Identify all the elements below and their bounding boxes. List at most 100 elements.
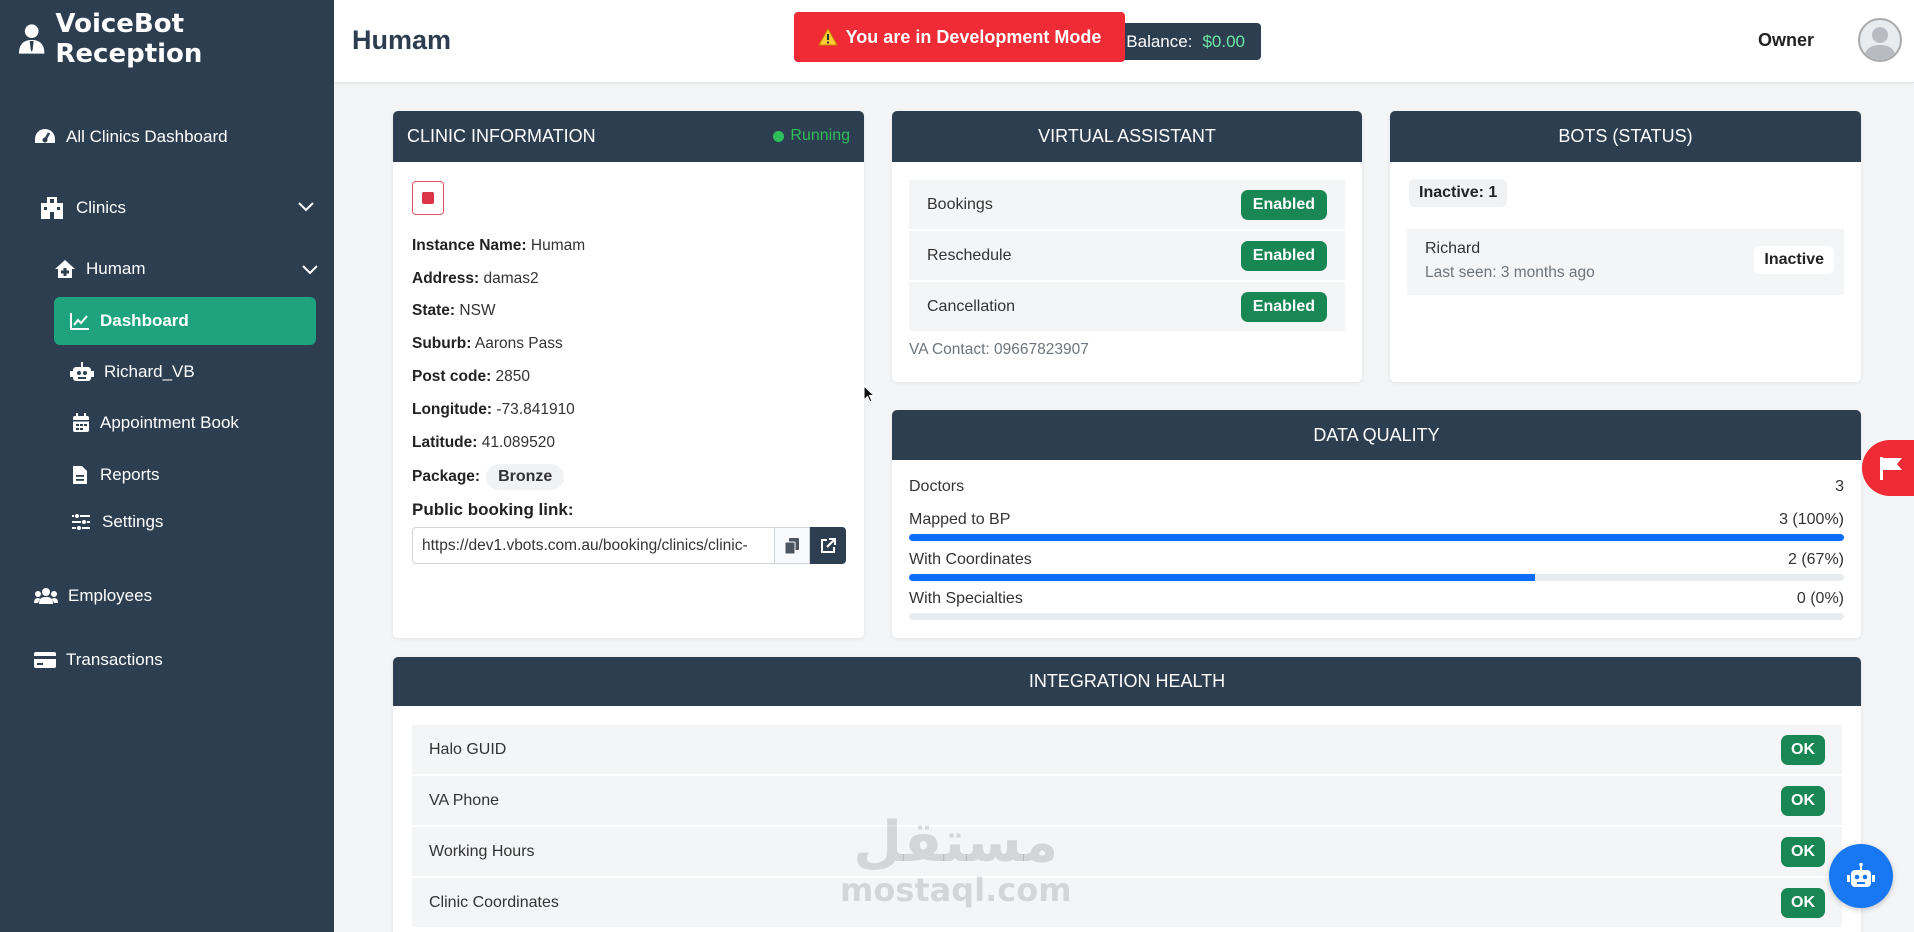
- status-label: Running: [790, 127, 850, 144]
- card-header: BOTS (STATUS): [1390, 111, 1861, 162]
- bot-status-badge: Inactive: [1754, 246, 1834, 274]
- sidebar-item-label: Settings: [102, 512, 164, 531]
- sidebar-item-reports[interactable]: Reports: [0, 453, 334, 497]
- integration-health-card: INTEGRATION HEALTH Halo GUID OK VA Phone…: [393, 657, 1861, 932]
- stop-icon: [422, 192, 434, 204]
- sliders-icon: [72, 513, 90, 531]
- va-row-reschedule: Reschedule Enabled: [909, 231, 1345, 280]
- credit-card-icon: [34, 652, 56, 668]
- sidebar-item-label: Clinics: [76, 198, 127, 217]
- sidebar-item-label: Reports: [100, 465, 160, 484]
- booking-link-field[interactable]: https://dev1.vbots.com.au/booking/clinic…: [412, 527, 775, 564]
- mouse-cursor-icon: [863, 385, 875, 403]
- sidebar-item-clinics[interactable]: Clinics: [0, 186, 334, 230]
- dq-row-doctors: Doctors 3: [909, 478, 1844, 495]
- card-header: CLINIC INFORMATION Running: [393, 111, 864, 162]
- sidebar: VoiceBot Reception All Clinics Dashboard…: [0, 0, 334, 932]
- sidebar-item-employees[interactable]: Employees: [0, 574, 334, 618]
- dev-mode-banner: You are in Development Mode: [794, 12, 1125, 62]
- robot-icon: [1847, 863, 1875, 887]
- va-row-label: Reschedule: [927, 246, 1012, 264]
- bot-last-seen: Last seen: 3 months ago: [1425, 264, 1595, 281]
- state-line: State: NSW: [412, 302, 496, 319]
- watermark: مستقل mostaql.com: [840, 810, 1072, 910]
- va-row-bookings: Bookings Enabled: [909, 180, 1345, 229]
- open-link-button[interactable]: [810, 527, 846, 564]
- sidebar-item-dashboard[interactable]: Dashboard: [54, 297, 316, 345]
- calendar-icon: [73, 413, 89, 432]
- status-badge: Enabled: [1240, 189, 1327, 220]
- sidebar-item-appointment-book[interactable]: Appointment Book: [0, 401, 334, 445]
- progress-bar-coordinates: [909, 574, 1844, 581]
- card-header: DATA QUALITY: [892, 410, 1861, 460]
- brand[interactable]: VoiceBot Reception: [0, 0, 334, 78]
- card-title: BOTS (STATUS): [1558, 126, 1693, 146]
- sidebar-item-humam[interactable]: Humam: [0, 247, 334, 291]
- instance-name-line: Instance Name: Humam: [412, 237, 586, 254]
- chart-line-icon: [70, 313, 89, 330]
- sidebar-item-label: Appointment Book: [100, 413, 239, 432]
- sidebar-item-label: All Clinics Dashboard: [66, 127, 228, 146]
- postcode-line: Post code: 2850: [412, 368, 531, 385]
- user-role[interactable]: Owner: [1758, 30, 1814, 51]
- chevron-down-icon: [302, 265, 318, 275]
- user-avatar-icon: [1864, 27, 1896, 60]
- bots-status-card: BOTS (STATUS) Inactive: 1 Richard Last s…: [1390, 111, 1861, 382]
- va-row-label: Bookings: [927, 195, 993, 213]
- status-running: Running: [773, 127, 850, 145]
- suburb-line: Suburb: Aarons Pass: [412, 335, 563, 352]
- status-dot-icon: [773, 130, 785, 142]
- users-icon: [34, 588, 58, 604]
- sidebar-item-settings[interactable]: Settings: [0, 500, 334, 544]
- card-title: CLINIC INFORMATION: [407, 126, 596, 146]
- ih-row-va-phone: VA Phone OK: [412, 776, 1842, 825]
- dq-row-coordinates: With Coordinates 2 (67%): [909, 551, 1844, 568]
- status-badge: OK: [1781, 734, 1825, 765]
- sidebar-item-label: Dashboard: [100, 311, 189, 330]
- va-row-label: Cancellation: [927, 297, 1016, 315]
- avatar[interactable]: [1858, 18, 1902, 62]
- data-quality-card: DATA QUALITY Doctors 3 Mapped to BP 3 (100…: [892, 410, 1861, 638]
- card-title: VIRTUAL ASSISTANT: [1038, 126, 1216, 146]
- warning-icon: [817, 28, 838, 46]
- copy-link-button[interactable]: [775, 527, 810, 564]
- ih-row-working-hours: Working Hours OK: [412, 827, 1842, 876]
- card-title: INTEGRATION HEALTH: [1028, 671, 1226, 691]
- balance-label: Balance:: [1126, 31, 1193, 51]
- app-title: VoiceBot Reception: [55, 9, 203, 69]
- status-badge: Enabled: [1240, 291, 1327, 322]
- virtual-assistant-card: VIRTUAL ASSISTANT Bookings Enabled Resch…: [892, 111, 1362, 382]
- stop-button[interactable]: [412, 181, 444, 215]
- ih-row-halo-guid: Halo GUID OK: [412, 725, 1842, 774]
- card-header: INTEGRATION HEALTH: [393, 657, 1861, 706]
- card-title: DATA QUALITY: [1313, 424, 1440, 445]
- card-header: VIRTUAL ASSISTANT: [892, 111, 1362, 162]
- file-report-icon: [73, 466, 87, 484]
- chevron-down-icon: [298, 202, 314, 212]
- sidebar-item-label: Transactions: [66, 650, 163, 669]
- page-title: Humam: [352, 25, 452, 55]
- progress-bar-mapped: [909, 534, 1844, 541]
- top-header: Humam Balance: $0.00 You are in Developm…: [334, 0, 1914, 83]
- package-pill: Bronze: [486, 464, 565, 490]
- chatbot-button[interactable]: [1829, 844, 1893, 908]
- dq-row-mapped: Mapped to BP 3 (100%): [909, 511, 1844, 528]
- progress-bar-specialties: [909, 613, 1844, 620]
- va-contact: VA Contact: 09667823907: [909, 341, 1089, 358]
- sidebar-item-transactions[interactable]: Transactions: [0, 638, 334, 682]
- status-badge: OK: [1781, 785, 1825, 816]
- bot-row[interactable]: Richard Last seen: 3 months ago Inactive: [1407, 229, 1844, 295]
- sidebar-item-label: Humam: [86, 259, 146, 278]
- sidebar-item-all-clinics-dashboard[interactable]: All Clinics Dashboard: [0, 115, 334, 159]
- va-row-cancellation: Cancellation Enabled: [909, 282, 1345, 331]
- user-tie-icon: [18, 24, 45, 54]
- flag-icon: [1880, 457, 1902, 480]
- ih-row-clinic-coordinates: Clinic Coordinates OK: [412, 878, 1842, 927]
- dev-mode-text: You are in Development Mode: [845, 26, 1102, 47]
- inactive-count-badge: Inactive: 1: [1409, 179, 1508, 207]
- status-badge: OK: [1781, 887, 1825, 918]
- feedback-flag-button[interactable]: [1862, 440, 1914, 496]
- status-badge: OK: [1781, 836, 1825, 867]
- balance-value: $0.00: [1202, 31, 1245, 51]
- sidebar-item-richard-vb[interactable]: Richard_VB: [0, 350, 334, 394]
